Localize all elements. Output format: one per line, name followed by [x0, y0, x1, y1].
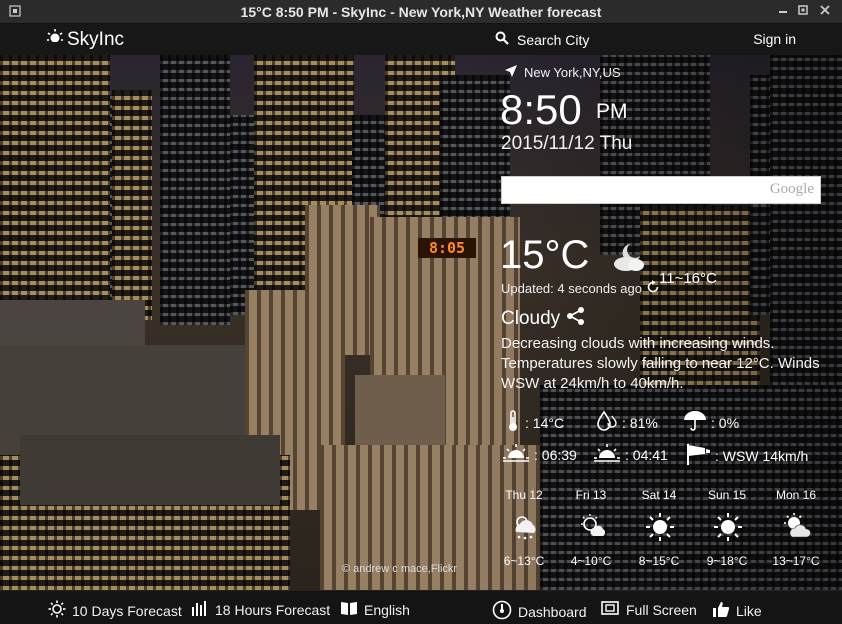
humidity-value: : 81% [622, 414, 658, 431]
partly-sunny-rain-icon [577, 512, 607, 542]
share-icon[interactable] [566, 306, 586, 332]
photo-credit[interactable]: © andrew c mace,Flickr [342, 563, 457, 575]
weather-description: Decreasing clouds with increasing winds.… [501, 335, 820, 392]
dashboard-gauge-icon [492, 600, 512, 623]
sunset-value: : 04:41 [625, 446, 668, 463]
sign-in-link[interactable]: Sign in [753, 31, 796, 47]
dashboard-label: Dashboard [518, 603, 587, 620]
language-label: English [364, 601, 410, 618]
weather-app: 15°C 8:50 PM - SkyInc - New York,NY Weat… [0, 0, 842, 624]
feels-like-stat: : 14°C [505, 410, 564, 435]
like-label: Like [736, 602, 762, 619]
thermometer-icon [505, 410, 521, 435]
location-text: New York,NY,US [524, 65, 621, 80]
close-icon[interactable] [818, 5, 832, 19]
time-ampm: PM [596, 100, 628, 123]
sun-icon [48, 600, 66, 621]
precipitation-stat: : 0% [683, 410, 739, 435]
like-button[interactable]: Like [712, 600, 762, 621]
forecast-day-label: Thu 12 [505, 488, 543, 502]
full-screen-label: Full Screen [626, 601, 697, 618]
thumbs-up-icon [712, 600, 730, 621]
ten-days-label: 10 Days Forecast [72, 602, 182, 619]
cloudy-night-icon [608, 240, 648, 279]
condition-text: Cloudy [501, 308, 561, 329]
updated-status: Updated: 4 seconds ago [501, 280, 660, 297]
dashboard-button[interactable]: Dashboard [492, 600, 587, 623]
sun-logo-icon [46, 28, 64, 52]
clock-sign: 8:05 [418, 238, 476, 258]
refresh-icon[interactable] [646, 280, 660, 297]
humidity-stat: : 81% [596, 410, 658, 435]
current-time: 8:50 [500, 86, 582, 133]
full-screen-button[interactable]: Full Screen [600, 600, 697, 619]
sun-icon [645, 512, 675, 542]
bottom-toolbar: 10 Days Forecast 18 Hours Forecast Engli… [0, 590, 842, 624]
fullscreen-icon [600, 600, 620, 619]
brand-logo[interactable]: SkyInc [46, 28, 124, 52]
location-display[interactable]: New York,NY,US [504, 64, 621, 81]
precipitation-value: : 0% [711, 414, 740, 431]
forecast-temp-range: 9~18°C [706, 554, 748, 568]
forecast-temp-range: 4~10°C [570, 554, 612, 568]
forecast-day-label: Sat 14 [641, 488, 677, 502]
bar-chart-icon [191, 600, 209, 619]
updated-text: Updated: 4 seconds ago [501, 281, 642, 296]
current-date: 2015/11/12 Thu [501, 133, 633, 154]
wind-stat: : WSW 14km/h [685, 442, 808, 469]
top-nav-bar: SkyInc Search City Sign in [0, 24, 842, 55]
current-temperature: 15°C [500, 233, 590, 277]
forecast-temp-range: 8~15°C [638, 554, 680, 568]
condition-row: Cloudy [501, 306, 586, 332]
language-button[interactable]: English [340, 600, 410, 619]
window-title: 15°C 8:50 PM - SkyInc - New York,NY Weat… [240, 3, 602, 20]
umbrella-icon [683, 410, 707, 435]
sunrise-icon [502, 442, 530, 467]
google-logo-text: Google [769, 181, 814, 197]
book-icon [340, 600, 358, 619]
forecast-day-label: Sun 15 [707, 488, 747, 502]
forecast-day-label: Mon 16 [775, 488, 817, 502]
sunset-stat: : 04:41 [593, 442, 668, 467]
windsock-icon [685, 442, 711, 469]
city-background-photo: 8:05 [0, 55, 842, 590]
google-search-box[interactable]: Google [501, 176, 822, 204]
window-title-bar: 15°C 8:50 PM - SkyInc - New York,NY Weat… [0, 0, 842, 24]
search-city-button[interactable]: Search City [495, 31, 589, 48]
ten-days-forecast-button[interactable]: 10 Days Forecast [48, 600, 182, 621]
hours-forecast-button[interactable]: 18 Hours Forecast [191, 600, 330, 619]
sunrise-stat: : 06:39 [502, 442, 577, 467]
forecast-day-label: Fri 13 [575, 488, 607, 502]
forecast-temp-range: 13~17°C [772, 554, 820, 568]
today-temp-range: 11~16°C [659, 270, 717, 287]
search-city-label: Search City [517, 31, 590, 48]
maximize-icon[interactable] [796, 5, 810, 19]
forecast-temp-range: 6~13°C [503, 554, 545, 568]
wind-value: : WSW 14km/h [715, 447, 809, 464]
snow-cloud-icon [510, 512, 540, 542]
brand-name: SkyInc [67, 29, 125, 50]
sunset-icon [593, 442, 621, 467]
search-icon [495, 31, 509, 48]
location-arrow-icon [504, 64, 518, 81]
droplets-icon [596, 410, 618, 435]
hours-label: 18 Hours Forecast [215, 601, 331, 618]
sunrise-value: : 06:39 [534, 446, 577, 463]
feels-like-value: : 14°C [525, 414, 565, 431]
partly-cloudy-icon [782, 512, 812, 542]
minimize-icon[interactable] [776, 5, 790, 19]
sun-icon [713, 512, 743, 542]
